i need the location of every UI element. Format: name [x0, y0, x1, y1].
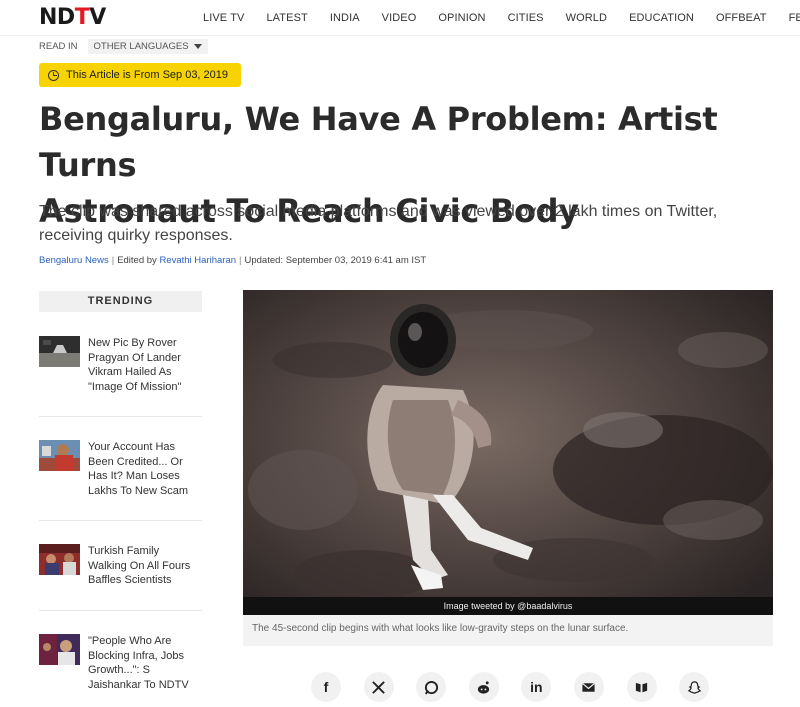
- x-icon[interactable]: [363, 672, 394, 702]
- nav-cities[interactable]: CITIES: [508, 12, 544, 24]
- clock-icon: [48, 69, 59, 81]
- other-languages-label: OTHER LANGUAGES: [93, 40, 189, 52]
- read-in-label: READ IN: [39, 40, 78, 52]
- share-bar: f in: [311, 672, 732, 702]
- koo-icon[interactable]: [626, 672, 657, 702]
- image-credit: Image tweeted by @baadalvirus: [243, 597, 773, 615]
- trending-item-title: "People Who Are Blocking Infra, Jobs Gro…: [88, 635, 189, 691]
- article-media: Image tweeted by @baadalvirus The 45-sec…: [243, 290, 773, 646]
- reddit-icon[interactable]: [468, 672, 499, 702]
- astronaut-photo[interactable]: [243, 290, 773, 615]
- logo-text: ND: [39, 5, 75, 30]
- article-date-text: This Article is From Sep 03, 2019: [66, 69, 229, 81]
- nav-video[interactable]: VIDEO: [382, 12, 417, 24]
- trending-thumbnail-image: [39, 440, 80, 471]
- trending-item-title: New Pic By Rover Pragyan Of Lander Vikra…: [88, 337, 182, 393]
- trending-thumbnail-image: [39, 544, 80, 575]
- ndtv-logo[interactable]: ND T V: [39, 7, 106, 29]
- trending-thumbnail-image: [39, 336, 80, 367]
- trending-item[interactable]: Your Account Has Been Credited... Or Has…: [39, 440, 202, 498]
- nav-india[interactable]: INDIA: [330, 12, 360, 24]
- updated-timestamp: Updated: September 03, 2019 6:41 am IST: [244, 255, 427, 266]
- nav-live-tv[interactable]: LIVE TV: [203, 12, 244, 24]
- other-languages-dropdown[interactable]: OTHER LANGUAGES: [87, 38, 208, 54]
- nav-latest[interactable]: LATEST: [266, 12, 307, 24]
- edited-by-label: Edited by: [117, 255, 157, 266]
- email-icon[interactable]: [573, 672, 604, 702]
- article-byline: Bengaluru News | Edited by Revathi Harihar…: [39, 255, 427, 266]
- editor-link[interactable]: Revathi Hariharan: [159, 255, 236, 266]
- nav-offbeat[interactable]: OFFBEAT: [716, 12, 767, 24]
- nav-opinion[interactable]: OPINION: [438, 12, 485, 24]
- trending-item-title: Your Account Has Been Credited... Or Has…: [88, 441, 189, 497]
- trending-item[interactable]: "People Who Are Blocking Infra, Jobs Gro…: [39, 634, 202, 692]
- linkedin-icon[interactable]: in: [521, 672, 552, 702]
- trending-thumbnail-image: [39, 634, 80, 665]
- main-nav: LIVE TV LATEST INDIA VIDEO OPINION CITIE…: [203, 0, 800, 36]
- nav-world[interactable]: WORLD: [566, 12, 607, 24]
- nav-education[interactable]: EDUCATION: [629, 12, 694, 24]
- article-summary: The clip was shared across social media …: [39, 203, 718, 244]
- trending-sidebar: TRENDING New Pic By Rover Pragyan Of Lan…: [39, 291, 202, 691]
- nav-feature[interactable]: FEATURE: [789, 12, 800, 24]
- headline-line-1: Bengaluru, We Have A Problem: Artist Tur…: [39, 100, 718, 184]
- trending-item[interactable]: Turkish Family Walking On All Fours Baff…: [39, 544, 202, 588]
- read-in-bar: READ IN OTHER LANGUAGES: [39, 38, 208, 54]
- top-nav-bar: ND T V LIVE TV LATEST INDIA VIDEO OPINION …: [0, 0, 800, 36]
- facebook-icon[interactable]: f: [311, 672, 341, 702]
- image-caption: The 45-second clip begins with what look…: [252, 623, 629, 634]
- category-link[interactable]: Bengaluru News: [39, 255, 109, 266]
- article-date-badge: This Article is From Sep 03, 2019: [39, 63, 241, 87]
- logo-accent: T: [74, 5, 90, 30]
- chevron-down-icon: [193, 43, 202, 49]
- trending-heading: TRENDING: [39, 291, 202, 312]
- logo-text-end: V: [89, 5, 106, 30]
- snapchat-icon[interactable]: [679, 672, 710, 702]
- trending-item-title: Turkish Family Walking On All Fours Baff…: [88, 545, 191, 586]
- whatsapp-icon[interactable]: [416, 672, 447, 702]
- trending-item[interactable]: New Pic By Rover Pragyan Of Lander Vikra…: [39, 336, 202, 394]
